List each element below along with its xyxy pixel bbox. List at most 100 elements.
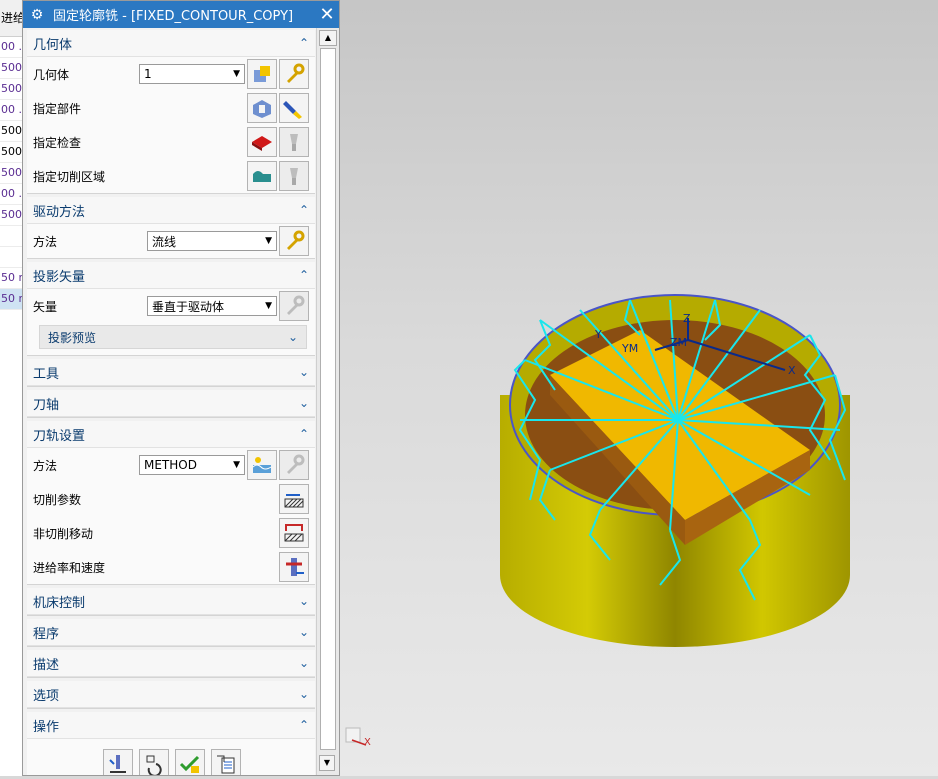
section-tool-axis: 刀轴 ⌄ [27,390,315,418]
svg-text:Y: Y [594,328,602,341]
section-header-geometry[interactable]: 几何体 ⌃ [27,30,315,57]
specify-check-button[interactable] [247,127,277,157]
geometry-select[interactable]: 1 ▼ [139,64,245,84]
section-header-options[interactable]: 选项 ⌄ [27,681,315,708]
display-cut-area-button[interactable] [279,161,309,191]
check-geometry-icon [252,136,272,151]
list-row[interactable]: 00 . [0,37,22,58]
part-icon [253,100,271,118]
chevron-down-icon: ▼ [233,460,240,470]
section-header-drive-method[interactable]: 驱动方法 ⌃ [27,197,315,224]
chevron-down-icon: ⌄ [298,396,309,410]
non-cut-moves-button[interactable] [279,518,309,548]
vector-value: 垂直于驱动体 [152,299,225,314]
list-icon [217,755,235,774]
dialog-scrollbar[interactable]: ▲ ▼ [316,28,339,775]
list-row[interactable]: 500 . [0,58,22,79]
svg-text:ZM: ZM [670,336,687,349]
feeds-speeds-label: 进给率和速度 [33,560,106,575]
section-title: 工具 [33,366,60,382]
section-header-program[interactable]: 程序 ⌄ [27,619,315,646]
list-row[interactable]: 00 . [0,184,22,205]
specify-cut-area-button[interactable] [247,161,277,191]
scroll-up-button[interactable]: ▲ [319,30,337,46]
section-title: 机床控制 [33,595,86,611]
chevron-down-icon: ⌄ [298,594,309,608]
specify-cut-area-label: 指定切削区域 [33,169,106,184]
section-title: 操作 [33,719,60,735]
list-row[interactable]: 500 . [0,121,22,142]
edit-geometry-button[interactable] [279,59,309,89]
display-check-button[interactable] [279,127,309,157]
chevron-up-icon: ⌃ [298,203,309,217]
path-method-label: 方法 [33,458,58,473]
edit-drive-method-button[interactable] [279,226,309,256]
section-path-settings: 刀轨设置 ⌃ 方法 METHOD ▼ 切削参数 非切削移动 进给率和速度 [27,421,315,585]
specify-part-button[interactable] [247,93,277,123]
generate-icon [109,755,126,773]
list-row[interactable]: 50 m [0,268,22,289]
view-triad: X [345,727,371,748]
list-row[interactable] [0,247,22,268]
list-row[interactable]: 00 . [0,100,22,121]
list-row[interactable]: 500 . [0,163,22,184]
section-title: 程序 [33,626,60,642]
specify-part-label: 指定部件 [33,101,82,116]
list-row[interactable]: 500 . [0,142,22,163]
dialog-titlebar[interactable]: ⚙ 固定轮廓铣 - [FIXED_CONTOUR_COPY] ✕ [23,1,339,28]
verify-button[interactable] [175,749,205,775]
chevron-down-icon: ⌄ [287,330,298,344]
dialog-title: 固定轮廓铣 - [FIXED_CONTOUR_COPY] [53,9,294,24]
new-method-button[interactable] [247,450,277,480]
svg-text:X: X [788,364,796,377]
section-title: 几何体 [33,37,73,53]
cut-area-icon [253,171,271,182]
cut-params-button[interactable] [279,484,309,514]
section-header-description[interactable]: 描述 ⌄ [27,650,315,677]
chevron-up-icon: ⌃ [298,718,309,732]
list-row[interactable]: 500 . [0,205,22,226]
flashlight-icon [290,134,298,151]
section-header-tool[interactable]: 工具 ⌄ [27,359,315,386]
projection-preview-subsection[interactable]: 投影预览 ⌄ [39,325,307,349]
graphics-viewport[interactable]: ZM YM Z Y X X [340,0,938,776]
section-header-path-settings[interactable]: 刀轨设置 ⌃ [27,421,315,448]
list-row[interactable]: 500 . [0,79,22,100]
list-row[interactable]: 50 m [0,289,22,310]
generate-toolpath-button[interactable] [103,749,133,775]
cut-params-label: 切削参数 [33,492,82,507]
vector-label: 矢量 [33,299,58,314]
list-button[interactable] [211,749,241,775]
chevron-down-icon: ⌄ [298,656,309,670]
dialog-content: 几何体 ⌃ 几何体 1 ▼ 指定部件 指定检查 指定切削区域 驱动方法 ⌃ 方法… [23,28,317,775]
feeds-speeds-icon [286,558,304,576]
close-button[interactable]: ✕ [315,4,339,25]
drive-method-select[interactable]: 流线 ▼ [147,231,277,251]
scroll-down-button[interactable]: ▼ [319,755,335,771]
section-geometry: 几何体 ⌃ 几何体 1 ▼ 指定部件 指定检查 指定切削区域 [27,30,315,194]
section-options: 选项 ⌄ [27,681,315,709]
chevron-up-icon: ⌃ [298,36,309,50]
section-description: 描述 ⌄ [27,650,315,678]
list-row[interactable] [0,226,22,247]
vector-select[interactable]: 垂直于驱动体 ▼ [147,296,277,316]
feeds-speeds-button[interactable] [279,552,309,582]
replay-button[interactable] [139,749,169,775]
geometry-value: 1 [144,67,152,81]
display-part-button[interactable] [279,93,309,123]
chevron-up-icon: ⌃ [298,268,309,282]
section-header-tool-axis[interactable]: 刀轴 ⌄ [27,390,315,417]
section-header-actions[interactable]: 操作 ⌃ [27,712,315,739]
scroll-thumb[interactable] [320,48,336,750]
path-method-select[interactable]: METHOD ▼ [139,455,245,475]
section-header-machine-control[interactable]: 机床控制 ⌄ [27,588,315,615]
section-title: 描述 [33,657,60,673]
gear-icon: ⚙ [30,6,44,23]
section-header-projection-vector[interactable]: 投影矢量 ⌃ [27,262,315,289]
new-geometry-button[interactable] [247,59,277,89]
replay-icon [146,755,162,775]
edit-vector-button[interactable] [279,291,309,321]
edit-method-button[interactable] [279,450,309,480]
chevron-down-icon: ⌄ [298,365,309,379]
section-title: 刀轴 [33,397,60,413]
